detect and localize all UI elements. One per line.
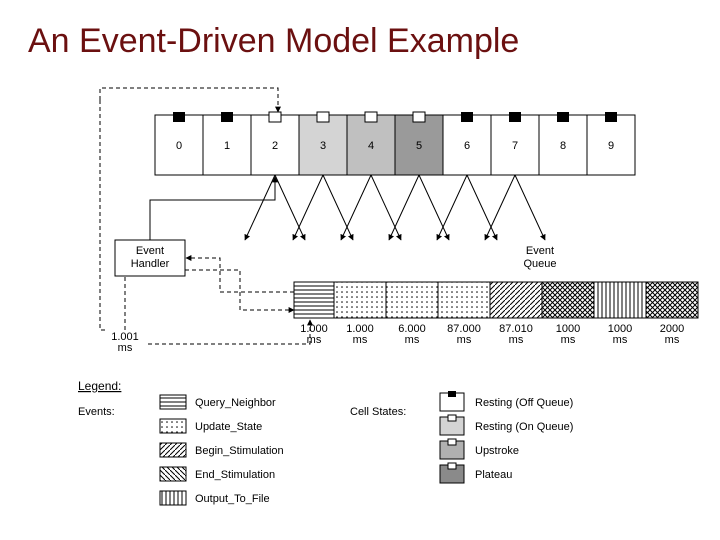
legend-state-item: Upstroke <box>475 445 519 457</box>
legend-event-item: Query_Neighbor <box>195 397 276 409</box>
legend-event-item: Output_To_File <box>195 493 270 505</box>
legend-events-label: Events: <box>78 406 115 418</box>
diagram-svg: 0123456789 EventHandler EventQueue 1.000… <box>0 0 720 540</box>
svg-text:ms: ms <box>665 334 680 346</box>
event-queue-label: EventQueue <box>523 245 556 270</box>
cell-number: 6 <box>464 140 470 152</box>
cell-number: 0 <box>176 140 182 152</box>
cell-number: 5 <box>416 140 422 152</box>
cell-number: 8 <box>560 140 566 152</box>
time-small: 1.001ms <box>111 331 139 354</box>
cell-number: 7 <box>512 140 518 152</box>
svg-text:ms: ms <box>405 334 420 346</box>
legend-header: Legend: <box>78 379 121 393</box>
svg-text:ms: ms <box>307 334 322 346</box>
svg-text:ms: ms <box>457 334 472 346</box>
svg-text:ms: ms <box>353 334 368 346</box>
cell-number: 4 <box>368 140 374 152</box>
legend-event-item: End_Stimulation <box>195 469 275 481</box>
legend-event-item: Begin_Stimulation <box>195 445 284 457</box>
svg-text:ms: ms <box>509 334 524 346</box>
legend-state-item: Resting (Off Queue) <box>475 397 573 409</box>
cell-number: 2 <box>272 140 278 152</box>
svg-text:ms: ms <box>561 334 576 346</box>
cell-number: 9 <box>608 140 614 152</box>
legend-state-item: Plateau <box>475 469 512 481</box>
legend-state-item: Resting (On Queue) <box>475 421 573 433</box>
cell-number: 1 <box>224 140 230 152</box>
cell-number: 3 <box>320 140 326 152</box>
legend-states-label: Cell States: <box>350 406 406 418</box>
legend-event-item: Update_State <box>195 421 262 433</box>
event-handler-label: EventHandler <box>131 245 170 270</box>
svg-text:ms: ms <box>613 334 628 346</box>
